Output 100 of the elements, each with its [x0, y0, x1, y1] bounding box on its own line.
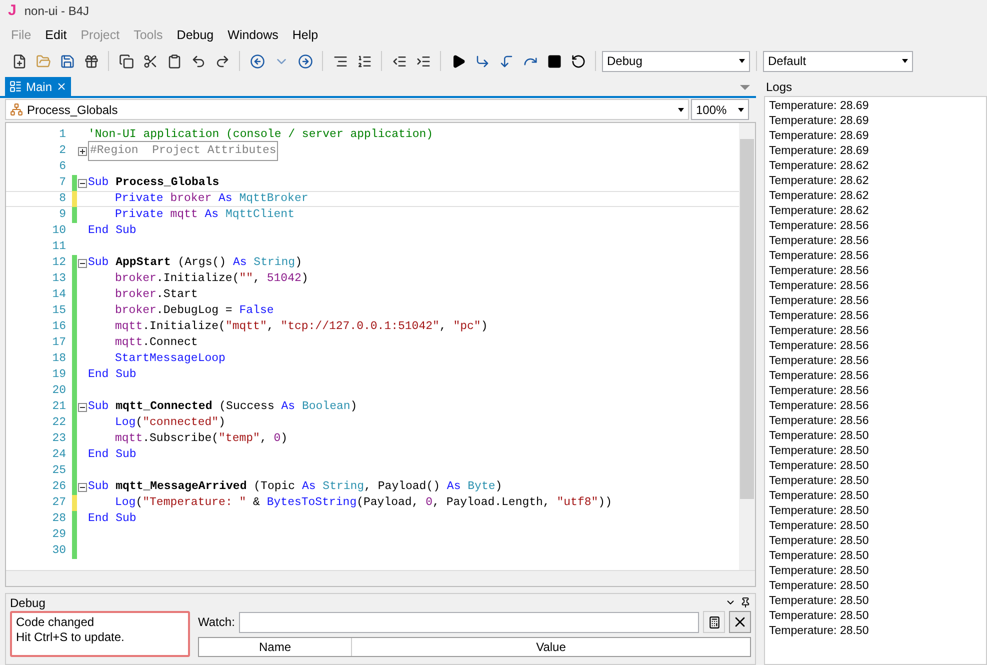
line-number: 18: [51, 351, 67, 368]
log-entry: Temperature: 28.50: [769, 504, 870, 519]
collapse-icon[interactable]: [78, 402, 87, 412]
log-entry: Temperature: 28.50: [769, 489, 870, 504]
code-line: broker.DebugLog = False: [114, 304, 275, 318]
line-number: 17: [51, 335, 67, 352]
code-line: End Sub: [88, 368, 138, 382]
code-line: StartMessageLoop: [114, 352, 226, 366]
log-entry: Temperature: 28.56: [769, 294, 870, 309]
log-entry: Temperature: 28.56: [769, 219, 870, 234]
log-entry: Temperature: 28.50: [769, 534, 870, 549]
menu-item[interactable]: Windows: [220, 26, 286, 44]
log-entry: Temperature: 28.69: [769, 129, 870, 144]
line-number: 19: [51, 367, 67, 384]
code-line: mqtt.Connect: [114, 336, 199, 350]
vertical-scrollbar[interactable]: [739, 123, 755, 570]
log-entry: Temperature: 28.56: [769, 264, 870, 279]
log-entry: Temperature: 28.56: [769, 384, 870, 399]
log-entry: Temperature: 28.50: [769, 519, 870, 534]
column-header: Name: [199, 638, 352, 656]
code-line: 'Non-UI application (console / server application): [88, 128, 434, 142]
code-line: End Sub: [88, 512, 138, 526]
line-number: 23: [51, 431, 67, 448]
log-entry: Temperature: 28.56: [769, 369, 870, 384]
module-icon: [9, 80, 22, 93]
log-entry: Temperature: 28.56: [769, 399, 870, 414]
config-select[interactable]: Default: [763, 50, 913, 72]
log-entry: Temperature: 28.50: [769, 609, 870, 624]
log-entry: Temperature: 28.50: [769, 429, 870, 444]
line-number: 7: [58, 175, 67, 192]
collapse-icon[interactable]: [78, 178, 87, 188]
build-mode-select[interactable]: Debug: [602, 50, 750, 72]
collapse-icon[interactable]: [78, 482, 87, 492]
line-number: 29: [51, 527, 67, 544]
line-number: 16: [51, 319, 67, 336]
line-number: 21: [51, 399, 67, 416]
code-line: Private mqtt As MqttClient: [114, 208, 296, 222]
sub-selector[interactable]: Process_Globals: [5, 99, 689, 120]
line-number: 24: [51, 447, 67, 464]
editor-tab[interactable]: Main: [5, 77, 72, 96]
line-number: 25: [51, 463, 67, 480]
line-number: 22: [51, 415, 67, 432]
line-number: 14: [51, 287, 67, 304]
line-number: 26: [51, 479, 67, 496]
line-number: 11: [51, 239, 67, 256]
horizontal-scrollbar[interactable]: [6, 570, 755, 586]
log-entry: Temperature: 28.62: [769, 204, 870, 219]
code-line: #Region Project Attributes: [88, 144, 739, 158]
watch-label: Watch:: [198, 614, 235, 631]
line-number: 2: [58, 143, 67, 160]
code-line: broker.Initialize("", 51042): [114, 272, 310, 286]
log-entry: Temperature: 28.50: [769, 474, 870, 489]
code-line: Sub mqtt_Connected (Success As Boolean): [88, 400, 358, 414]
menu-item[interactable]: Edit: [38, 26, 74, 44]
log-entry: Temperature: 28.69: [769, 144, 870, 159]
log-entry: Temperature: 28.50: [769, 594, 870, 609]
expand-icon[interactable]: [78, 146, 87, 156]
calculator-button[interactable]: [703, 611, 725, 633]
code-line: Log("Temperature: " & BytesToString(Payload, 0, Payload.Length, "utf8")): [114, 496, 613, 510]
line-number: 12: [51, 255, 67, 272]
panel-title: Debug: [10, 594, 46, 612]
code-line: mqtt.Subscribe("temp", 0): [114, 432, 289, 446]
log-entry: Temperature: 28.50: [769, 549, 870, 564]
code-line: broker.Start: [114, 288, 199, 302]
log-entry: Temperature: 28.50: [769, 624, 870, 639]
line-number: 8: [58, 191, 67, 208]
line-number: 6: [58, 159, 67, 176]
line-number: 13: [51, 271, 67, 288]
menu-item[interactable]: Help: [285, 26, 326, 44]
code-line: Sub Process_Globals: [88, 176, 220, 190]
log-entry: Temperature: 28.56: [769, 414, 870, 429]
log-entry: Temperature: 28.56: [769, 249, 870, 264]
log-entry: Temperature: 28.62: [769, 174, 870, 189]
collapse-icon[interactable]: [78, 258, 87, 268]
line-number: 9: [58, 207, 67, 224]
log-entry: Temperature: 28.50: [769, 444, 870, 459]
log-entry: Temperature: 28.56: [769, 279, 870, 294]
zoom-select[interactable]: 100%: [691, 99, 749, 120]
code-line: End Sub: [88, 224, 138, 238]
app-logo: J: [8, 0, 16, 21]
code-line: End Sub: [88, 448, 138, 462]
log-entry: Temperature: 28.62: [769, 189, 870, 204]
calculator-icon: [708, 616, 720, 628]
log-entry: Temperature: 28.56: [769, 234, 870, 249]
log-entry: Temperature: 28.56: [769, 354, 870, 369]
log-entry: Temperature: 28.69: [769, 99, 870, 114]
log-entry: Temperature: 28.69: [769, 114, 870, 129]
line-number: 27: [51, 495, 67, 512]
code-line: Log("connected"): [114, 416, 226, 430]
watch-input[interactable]: [238, 612, 699, 632]
pin-icon[interactable]: [740, 597, 751, 608]
menu-item[interactable]: Debug: [170, 26, 221, 44]
close-icon[interactable]: [56, 81, 68, 92]
log-entry: Temperature: 28.50: [769, 459, 870, 474]
log-entry: Temperature: 28.56: [769, 324, 870, 339]
line-number: 28: [51, 511, 67, 528]
close-button[interactable]: [729, 611, 751, 633]
caret-icon[interactable]: [740, 85, 750, 90]
log-entry: Temperature: 28.50: [769, 579, 870, 594]
sub-icon: [10, 103, 23, 116]
